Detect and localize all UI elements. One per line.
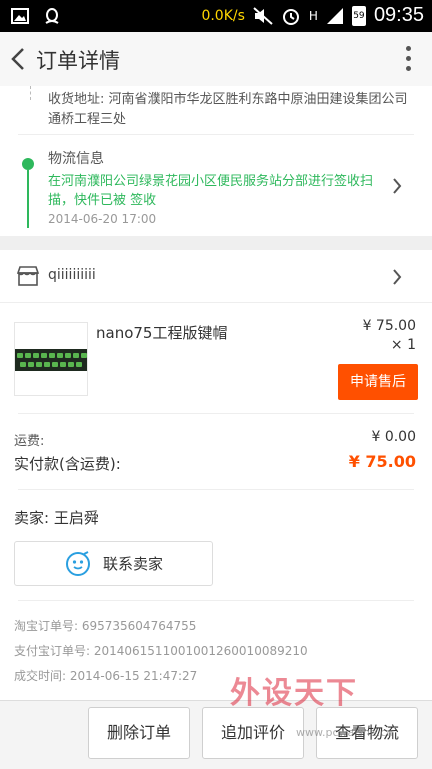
picture-notification-icon (11, 8, 29, 24)
order-section: qiiiiiiiiii nano75工程版键帽 ¥ 75.00 × 1 申请售后… (0, 250, 432, 700)
shop-name[interactable]: qiiiiiiiiii (48, 267, 96, 283)
contact-seller-button[interactable]: 联系卖家 (14, 541, 213, 586)
chevron-right-icon[interactable] (392, 178, 402, 194)
divider (18, 489, 414, 490)
contact-seller-label: 联系卖家 (103, 555, 164, 573)
network-type: H (308, 8, 318, 23)
divider (18, 600, 414, 601)
logistics-timeline-line (27, 170, 29, 228)
signal-icon (326, 7, 343, 24)
alipay-order-number: 支付宝订单号: 2014061511001001260010089210 (14, 644, 308, 658)
product-price: ¥ 75.00 (362, 318, 416, 334)
logistics-title: 物流信息 (48, 151, 104, 167)
divider (18, 413, 414, 414)
logistics-section[interactable]: 物流信息 在河南濮阳公司绿景花园小区便民服务站分部进行签收扫描，快件已被 签收 … (0, 134, 432, 236)
page-title: 订单详情 (36, 49, 120, 73)
status-bar: 0.0K/s H 59 09:35 (0, 0, 432, 32)
paid-label: 实付款(含运费): (14, 455, 121, 473)
taobao-order-number: 淘宝订单号: 695735604764755 (14, 619, 197, 633)
battery-icon: 59 (351, 5, 366, 26)
logistics-date: 2014-06-20 17:00 (48, 212, 157, 226)
paid-value: ¥ 75.00 (348, 452, 416, 471)
qq-notification-icon (45, 8, 59, 24)
shipping-value: ¥ 0.00 (371, 429, 416, 445)
timeline-dash (30, 86, 31, 100)
deal-time: 成交时间: 2014-06-15 21:47:27 (14, 669, 198, 683)
watermark-url: www.pcwaishe.cn (296, 726, 394, 739)
divider (18, 134, 414, 135)
logistics-latest: 在河南濮阳公司绿景花园小区便民服务站分部进行签收扫描，快件已被 签收 (48, 174, 374, 208)
app-bar: 订单详情 (0, 32, 432, 87)
back-icon[interactable] (8, 46, 28, 72)
divider (0, 302, 432, 303)
chat-bubble-icon (66, 551, 90, 576)
store-icon (16, 266, 40, 286)
product-quantity: × 1 (390, 337, 416, 353)
after-sale-button[interactable]: 申请售后 (338, 364, 418, 400)
clock: 09:35 (373, 4, 424, 26)
delete-order-button[interactable]: 删除订单 (88, 707, 190, 759)
seller-name: 卖家: 王启舜 (14, 509, 99, 527)
product-thumbnail[interactable] (14, 322, 88, 396)
alarm-icon (282, 8, 299, 25)
chevron-right-icon[interactable] (392, 269, 402, 285)
address-section: 收货地址: 河南省濮阳市华龙区胜利东路中原油田建设集团公司通桥工程三处 (0, 86, 432, 134)
shipping-address: 收货地址: 河南省濮阳市华龙区胜利东路中原油田建设集团公司通桥工程三处 (48, 92, 408, 127)
more-menu-icon[interactable] (404, 46, 412, 74)
logistics-status-dot (22, 158, 34, 170)
add-review-button[interactable]: 追加评价 (202, 707, 304, 759)
product-name[interactable]: nano75工程版键帽 (96, 322, 227, 343)
shipping-label: 运费: (14, 434, 45, 449)
watermark-logo: 外设天下 (230, 676, 358, 711)
mute-icon (253, 6, 273, 25)
network-speed: 0.0K/s (201, 7, 245, 24)
